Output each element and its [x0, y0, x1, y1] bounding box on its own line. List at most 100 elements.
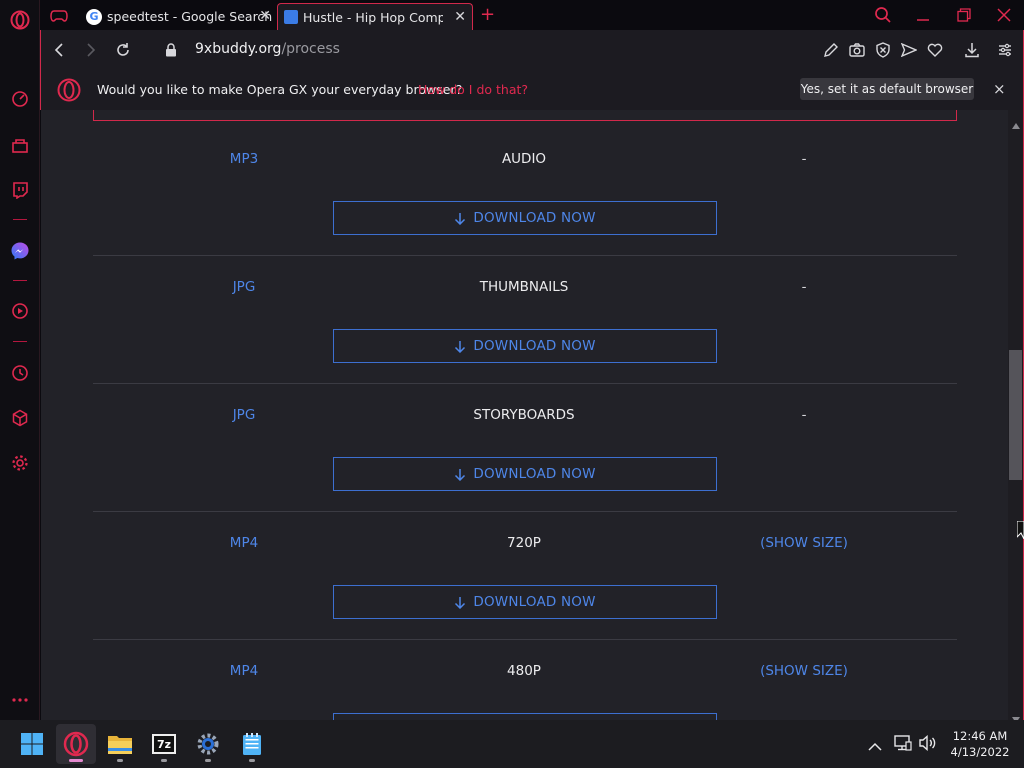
size-label: - [801, 151, 807, 167]
settings-app-icon[interactable] [188, 724, 228, 764]
mouse-cursor-icon [1016, 520, 1024, 543]
send-icon[interactable] [899, 40, 919, 60]
windows-start-icon[interactable] [12, 724, 52, 764]
format-label: JPG [232, 279, 256, 295]
show-size-link[interactable]: (SHOW SIZE) [724, 535, 884, 551]
row-separator [93, 383, 957, 384]
close-window-icon[interactable] [997, 7, 1011, 26]
extensions-cube-icon[interactable] [9, 407, 31, 429]
download-now-button[interactable]: DOWNLOAD NOW [333, 585, 717, 619]
easy-setup-icon[interactable] [995, 40, 1015, 60]
format-label: MP4 [229, 535, 259, 551]
opera-logo-icon[interactable] [9, 9, 31, 31]
search-icon[interactable] [874, 6, 892, 28]
tab-close-icon[interactable]: ✕ [454, 9, 466, 25]
windows-taskbar: 7z 12:46 AM 4/13/2022 [0, 720, 1024, 768]
twitch-icon[interactable] [9, 179, 31, 201]
quality-label: 720P [507, 535, 541, 551]
url-field[interactable]: 9xbuddy.org/process [195, 41, 340, 57]
page-content: MP3 AUDIO - DOWNLOAD NOW JPG THUMBNAILS … [41, 110, 1008, 720]
gx-corner-icon[interactable] [9, 134, 31, 156]
tab-label: speedtest - Google Search [107, 9, 273, 24]
arrow-down-icon [455, 212, 466, 225]
quality-label: AUDIO [501, 151, 547, 167]
notification-close-icon[interactable]: × [993, 80, 1006, 98]
settings-gear-icon[interactable] [9, 452, 31, 474]
opera-logo-icon [57, 78, 81, 106]
scroll-up-icon[interactable] [1012, 114, 1020, 133]
size-label: - [801, 407, 807, 423]
lock-icon[interactable] [161, 40, 181, 60]
clock-time[interactable]: 12:46 AM [948, 729, 1012, 743]
tab-label: Hustle - Hip Hop Competit [303, 9, 443, 25]
page-icon [284, 10, 298, 24]
download-now-button[interactable] [333, 713, 717, 720]
quality-label: THUMBNAILS [479, 279, 569, 295]
previous-section-box [93, 110, 957, 121]
7zip-icon[interactable]: 7z [144, 724, 184, 764]
size-label: - [801, 279, 807, 295]
download-label: DOWNLOAD NOW [473, 210, 596, 226]
show-size-link[interactable]: (SHOW SIZE) [724, 663, 884, 679]
address-bar: 9xbuddy.org/process [40, 30, 1024, 70]
new-tab-button[interactable]: + [480, 4, 495, 25]
set-default-button[interactable]: Yes, set it as default browser [800, 78, 974, 100]
tab-speedtest[interactable]: G speedtest - Google Search ✕ [80, 3, 277, 30]
quality-label: 480P [507, 663, 541, 679]
format-label: JPG [232, 407, 256, 423]
download-icon[interactable] [962, 40, 982, 60]
more-dots-icon[interactable] [9, 689, 31, 711]
scroll-thumb[interactable] [1009, 350, 1022, 480]
opera-gx-taskbar-icon[interactable] [56, 724, 96, 764]
format-label: MP4 [229, 663, 259, 679]
forward-icon[interactable] [81, 40, 101, 60]
download-now-button[interactable]: DOWNLOAD NOW [333, 201, 717, 235]
download-label: DOWNLOAD NOW [473, 466, 596, 482]
row-separator [93, 511, 957, 512]
notification-message: Would you like to make Opera GX your eve… [97, 82, 463, 97]
url-domain: 9xbuddy.org [195, 41, 282, 57]
row-separator [93, 639, 957, 640]
google-icon: G [86, 8, 102, 25]
arrow-down-icon [455, 340, 466, 353]
how-do-i-link[interactable]: How do I do that? [418, 82, 528, 97]
tab-close-icon[interactable]: ✕ [259, 8, 271, 24]
row-separator [93, 255, 957, 256]
camera-icon[interactable] [847, 40, 867, 60]
history-icon[interactable] [9, 362, 31, 384]
arrow-down-icon [455, 468, 466, 481]
reload-icon[interactable] [113, 40, 133, 60]
player-icon[interactable] [9, 300, 31, 322]
restore-icon[interactable] [957, 7, 971, 26]
adblock-icon[interactable] [873, 40, 893, 60]
volume-icon[interactable] [919, 734, 937, 755]
gx-control-icon[interactable] [9, 88, 31, 110]
tab-hustle[interactable]: Hustle - Hip Hop Competit ✕ [277, 3, 473, 30]
minimize-icon[interactable] [916, 7, 930, 26]
messenger-icon[interactable] [9, 240, 31, 262]
tab-strip: G speedtest - Google Search ✕ Hustle - H… [40, 0, 1024, 30]
chevron-up-icon[interactable] [868, 737, 882, 756]
edit-icon[interactable] [821, 40, 841, 60]
vertical-scrollbar[interactable] [1008, 110, 1024, 723]
download-now-button[interactable]: DOWNLOAD NOW [333, 329, 717, 363]
sidebar-separator [13, 280, 27, 281]
notepad-icon[interactable] [232, 724, 272, 764]
back-icon[interactable] [49, 40, 69, 60]
download-label: DOWNLOAD NOW [473, 338, 596, 354]
url-path: /process [281, 41, 340, 57]
sidebar-separator [13, 219, 27, 220]
download-label: DOWNLOAD NOW [473, 594, 596, 610]
network-icon[interactable] [894, 735, 912, 755]
file-explorer-icon[interactable] [100, 724, 140, 764]
default-browser-notification: Would you like to make Opera GX your eve… [40, 70, 1024, 110]
heart-icon[interactable] [925, 40, 945, 60]
arrow-down-icon [455, 596, 466, 609]
clock-date[interactable]: 4/13/2022 [948, 745, 1012, 759]
opera-sidebar [0, 0, 40, 720]
gamepad-icon[interactable] [50, 7, 68, 27]
sidebar-separator [13, 341, 27, 342]
format-label: MP3 [229, 151, 259, 167]
download-now-button[interactable]: DOWNLOAD NOW [333, 457, 717, 491]
quality-label: STORYBOARDS [473, 407, 575, 423]
